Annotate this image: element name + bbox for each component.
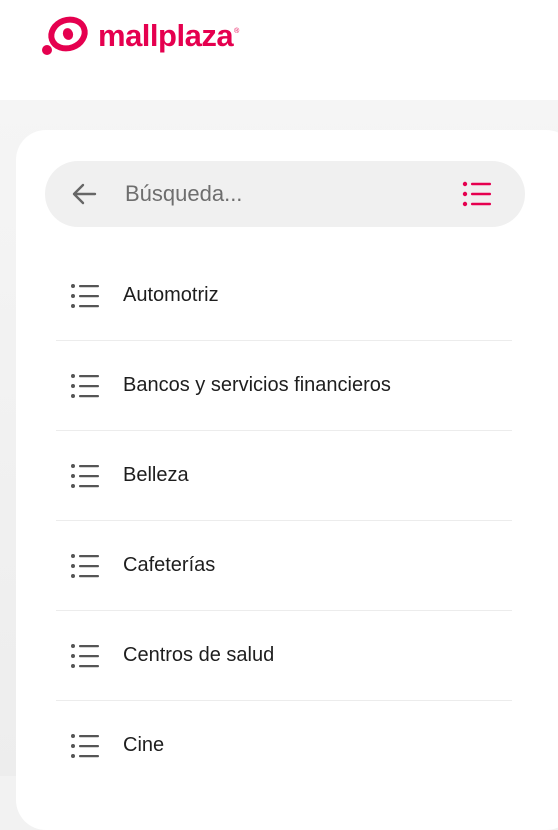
list-item[interactable]: Cine [56, 701, 512, 790]
list-item[interactable]: Belleza [56, 431, 512, 521]
list-icon [71, 463, 99, 488]
mallplaza-logo[interactable]: mallplaza ® [40, 14, 239, 58]
list-icon [71, 373, 99, 398]
list-icon [71, 283, 99, 308]
category-list: Automotriz Bancos y servicios financiero… [56, 251, 512, 790]
search-bar [45, 161, 525, 227]
arrow-left-icon[interactable] [70, 180, 98, 208]
logo-mark-icon [42, 16, 88, 55]
list-icon [71, 733, 99, 758]
list-item[interactable]: Centros de salud [56, 611, 512, 701]
list-item-label: Cine [123, 734, 165, 756]
list-item[interactable]: Automotriz [56, 251, 512, 341]
list-item-label: Automotriz [123, 284, 219, 306]
top-bar: mallplaza ® [0, 0, 558, 100]
list-item[interactable]: Cafeterías [56, 521, 512, 611]
list-item[interactable]: Bancos y servicios financieros [56, 341, 512, 431]
list-icon [71, 643, 99, 668]
list-item-label: Belleza [123, 464, 189, 486]
list-icon [71, 553, 99, 578]
category-panel: Automotriz Bancos y servicios financiero… [16, 130, 558, 830]
search-input[interactable] [125, 177, 425, 211]
list-item-label: Cafeterías [123, 554, 216, 576]
brand-name: mallplaza [98, 18, 234, 53]
registered-mark: ® [234, 28, 240, 35]
list-item-label: Bancos y servicios financieros [123, 374, 391, 396]
list-icon[interactable] [462, 180, 492, 208]
list-item-label: Centros de salud [123, 644, 275, 666]
